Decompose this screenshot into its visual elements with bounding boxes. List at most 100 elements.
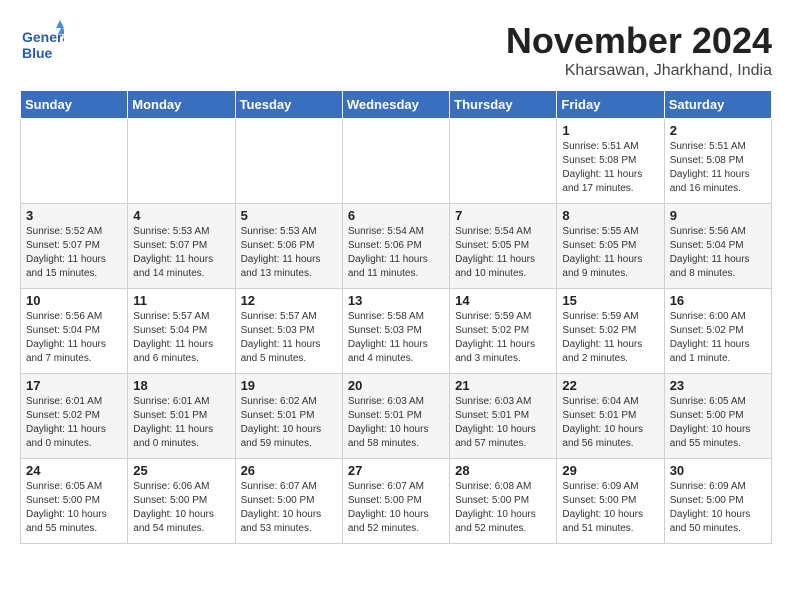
day-cell: 11 Sunrise: 5:57 AM Sunset: 5:04 PM Dayli…: [128, 289, 235, 374]
week-row-3: 10 Sunrise: 5:56 AM Sunset: 5:04 PM Dayli…: [21, 289, 772, 374]
day-cell: 21Sunrise: 6:03 AM Sunset: 5:01 PM Dayli…: [450, 374, 557, 459]
day-cell: 7 Sunrise: 5:54 AM Sunset: 5:05 PM Daylig…: [450, 204, 557, 289]
week-row-4: 17 Sunrise: 6:01 AM Sunset: 5:02 PM Dayli…: [21, 374, 772, 459]
day-cell: 6Sunrise: 5:54 AM Sunset: 5:06 PM Daylig…: [342, 204, 449, 289]
week-row-2: 3 Sunrise: 5:52 AM Sunset: 5:07 PM Daylig…: [21, 204, 772, 289]
day-number: 18: [133, 378, 229, 393]
day-detail: Sunrise: 5:51 AM Sunset: 5:08 PM Dayligh…: [670, 140, 766, 196]
day-cell: 19 Sunrise: 6:02 AM Sunset: 5:01 PM Dayli…: [235, 374, 342, 459]
week-row-5: 24Sunrise: 6:05 AM Sunset: 5:00 PM Dayli…: [21, 459, 772, 544]
day-number: 3: [26, 208, 122, 223]
day-number: 22: [562, 378, 658, 393]
logo-icon: General Blue: [20, 20, 60, 60]
day-detail: Sunrise: 6:09 AM Sunset: 5:00 PM Dayligh…: [670, 480, 766, 536]
day-detail: Sunrise: 6:07 AM Sunset: 5:00 PM Dayligh…: [241, 480, 337, 536]
day-number: 25: [133, 463, 229, 478]
day-cell: 12 Sunrise: 5:57 AM Sunset: 5:03 PM Dayli…: [235, 289, 342, 374]
day-detail: Sunrise: 5:53 AM Sunset: 5:07 PM Dayligh…: [133, 225, 229, 281]
day-number: 7: [455, 208, 551, 223]
day-cell: 30 Sunrise: 6:09 AM Sunset: 5:00 PM Dayli…: [664, 459, 771, 544]
weekday-header-wednesday: Wednesday: [342, 91, 449, 119]
day-cell: 23 Sunrise: 6:05 AM Sunset: 5:00 PM Dayli…: [664, 374, 771, 459]
day-number: 30: [670, 463, 766, 478]
day-number: 12: [241, 293, 337, 308]
day-cell: 8 Sunrise: 5:55 AM Sunset: 5:05 PM Daylig…: [557, 204, 664, 289]
day-detail: Sunrise: 6:05 AM Sunset: 5:00 PM Dayligh…: [26, 480, 122, 536]
day-detail: Sunrise: 5:59 AM Sunset: 5:02 PM Dayligh…: [455, 310, 551, 366]
day-cell: 20 Sunrise: 6:03 AM Sunset: 5:01 PM Dayli…: [342, 374, 449, 459]
day-number: 13: [348, 293, 444, 308]
day-cell: 25 Sunrise: 6:06 AM Sunset: 5:00 PM Dayli…: [128, 459, 235, 544]
day-number: 9: [670, 208, 766, 223]
day-detail: Sunrise: 6:06 AM Sunset: 5:00 PM Dayligh…: [133, 480, 229, 536]
svg-text:General: General: [22, 29, 64, 45]
day-detail: Sunrise: 5:55 AM Sunset: 5:05 PM Dayligh…: [562, 225, 658, 281]
day-detail: Sunrise: 6:00 AM Sunset: 5:02 PM Dayligh…: [670, 310, 766, 366]
day-number: 19: [241, 378, 337, 393]
day-detail: Sunrise: 6:01 AM Sunset: 5:01 PM Dayligh…: [133, 395, 229, 451]
weekday-header-friday: Friday: [557, 91, 664, 119]
day-number: 11: [133, 293, 229, 308]
day-cell: 22 Sunrise: 6:04 AM Sunset: 5:01 PM Dayli…: [557, 374, 664, 459]
day-cell: 24Sunrise: 6:05 AM Sunset: 5:00 PM Dayli…: [21, 459, 128, 544]
day-number: 28: [455, 463, 551, 478]
day-number: 26: [241, 463, 337, 478]
day-number: 8: [562, 208, 658, 223]
header: General Blue November 2024 Kharsawan, Jh…: [20, 20, 772, 80]
day-detail: Sunrise: 6:07 AM Sunset: 5:00 PM Dayligh…: [348, 480, 444, 536]
day-cell: 16 Sunrise: 6:00 AM Sunset: 5:02 PM Dayli…: [664, 289, 771, 374]
weekday-header-row: SundayMondayTuesdayWednesdayThursdayFrid…: [21, 91, 772, 119]
day-number: 15: [562, 293, 658, 308]
day-cell: 26 Sunrise: 6:07 AM Sunset: 5:00 PM Dayli…: [235, 459, 342, 544]
day-number: 23: [670, 378, 766, 393]
day-number: 29: [562, 463, 658, 478]
day-number: 17: [26, 378, 122, 393]
day-number: 1: [562, 123, 658, 138]
day-detail: Sunrise: 6:04 AM Sunset: 5:01 PM Dayligh…: [562, 395, 658, 451]
day-cell: 13 Sunrise: 5:58 AM Sunset: 5:03 PM Dayli…: [342, 289, 449, 374]
day-cell: 3 Sunrise: 5:52 AM Sunset: 5:07 PM Daylig…: [21, 204, 128, 289]
day-cell: 17 Sunrise: 6:01 AM Sunset: 5:02 PM Dayli…: [21, 374, 128, 459]
day-cell: [342, 119, 449, 204]
day-detail: Sunrise: 5:57 AM Sunset: 5:03 PM Dayligh…: [241, 310, 337, 366]
day-cell: 2Sunrise: 5:51 AM Sunset: 5:08 PM Daylig…: [664, 119, 771, 204]
day-cell: 27 Sunrise: 6:07 AM Sunset: 5:00 PM Dayli…: [342, 459, 449, 544]
weekday-header-tuesday: Tuesday: [235, 91, 342, 119]
day-cell: [450, 119, 557, 204]
day-number: 27: [348, 463, 444, 478]
day-cell: [235, 119, 342, 204]
day-cell: 14Sunrise: 5:59 AM Sunset: 5:02 PM Dayli…: [450, 289, 557, 374]
day-detail: Sunrise: 5:54 AM Sunset: 5:05 PM Dayligh…: [455, 225, 551, 281]
day-detail: Sunrise: 5:53 AM Sunset: 5:06 PM Dayligh…: [241, 225, 337, 281]
day-cell: [21, 119, 128, 204]
day-cell: 5 Sunrise: 5:53 AM Sunset: 5:06 PM Daylig…: [235, 204, 342, 289]
subtitle: Kharsawan, Jharkhand, India: [506, 62, 772, 80]
day-cell: 4Sunrise: 5:53 AM Sunset: 5:07 PM Daylig…: [128, 204, 235, 289]
day-cell: 10 Sunrise: 5:56 AM Sunset: 5:04 PM Dayli…: [21, 289, 128, 374]
day-detail: Sunrise: 5:59 AM Sunset: 5:02 PM Dayligh…: [562, 310, 658, 366]
day-detail: Sunrise: 6:01 AM Sunset: 5:02 PM Dayligh…: [26, 395, 122, 451]
title-area: November 2024 Kharsawan, Jharkhand, Indi…: [506, 20, 772, 80]
day-detail: Sunrise: 6:03 AM Sunset: 5:01 PM Dayligh…: [348, 395, 444, 451]
day-detail: Sunrise: 5:58 AM Sunset: 5:03 PM Dayligh…: [348, 310, 444, 366]
day-cell: 18 Sunrise: 6:01 AM Sunset: 5:01 PM Dayli…: [128, 374, 235, 459]
day-number: 20: [348, 378, 444, 393]
day-cell: 28Sunrise: 6:08 AM Sunset: 5:00 PM Dayli…: [450, 459, 557, 544]
day-cell: 1 Sunrise: 5:51 AM Sunset: 5:08 PM Daylig…: [557, 119, 664, 204]
day-detail: Sunrise: 5:56 AM Sunset: 5:04 PM Dayligh…: [26, 310, 122, 366]
weekday-header-monday: Monday: [128, 91, 235, 119]
day-detail: Sunrise: 5:51 AM Sunset: 5:08 PM Dayligh…: [562, 140, 658, 196]
day-detail: Sunrise: 5:52 AM Sunset: 5:07 PM Dayligh…: [26, 225, 122, 281]
day-detail: Sunrise: 6:02 AM Sunset: 5:01 PM Dayligh…: [241, 395, 337, 451]
logo: General Blue: [20, 20, 64, 60]
day-number: 16: [670, 293, 766, 308]
day-detail: Sunrise: 6:05 AM Sunset: 5:00 PM Dayligh…: [670, 395, 766, 451]
weekday-header-thursday: Thursday: [450, 91, 557, 119]
day-number: 5: [241, 208, 337, 223]
day-detail: Sunrise: 5:54 AM Sunset: 5:06 PM Dayligh…: [348, 225, 444, 281]
day-number: 10: [26, 293, 122, 308]
day-detail: Sunrise: 5:57 AM Sunset: 5:04 PM Dayligh…: [133, 310, 229, 366]
day-cell: [128, 119, 235, 204]
weekday-header-sunday: Sunday: [21, 91, 128, 119]
calendar-table: SundayMondayTuesdayWednesdayThursdayFrid…: [20, 90, 772, 544]
